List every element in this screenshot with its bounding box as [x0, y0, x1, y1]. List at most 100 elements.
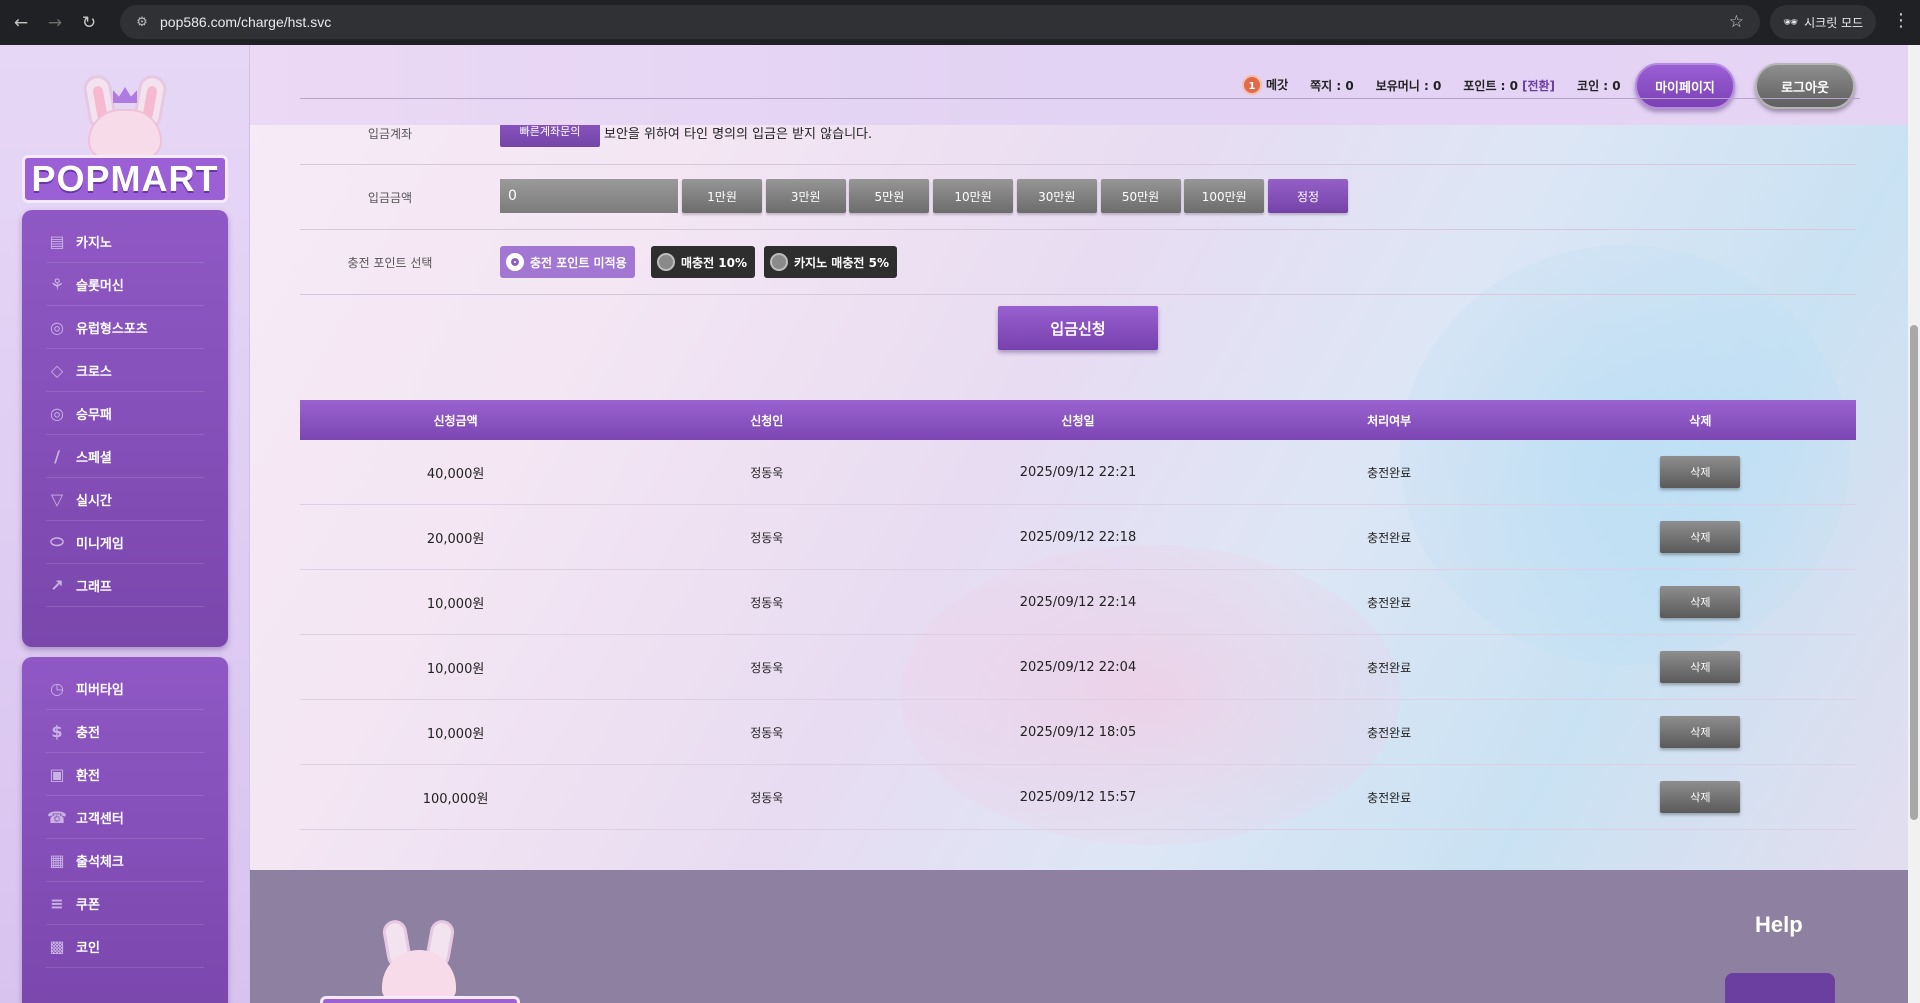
sidebar-item-8[interactable]: ⬭ 미니게임: [46, 521, 204, 564]
coin-balance: 코인 : 0: [1577, 78, 1621, 93]
chart-icon: ↗: [50, 575, 64, 595]
amount-add-button[interactable]: 1만원: [682, 179, 762, 213]
amount-add-button[interactable]: 30만원: [1016, 179, 1097, 213]
deposit-history-table: 신청금액 신청인 신청일 처리여부 삭제 40,000원 정동욱 2025/09/1…: [300, 400, 1856, 830]
gamepad-icon: ⬭: [50, 532, 64, 551]
radio-selected-icon: [506, 253, 524, 271]
help-title: Help: [1755, 912, 1803, 937]
sidebar-item-9[interactable]: ↗ 그래프: [46, 564, 204, 607]
point-option-label: 매충전 10%: [681, 255, 748, 270]
service-menu: ◷ 피버타임 $ 충전 ▣ 환전 ☎ 고객센터 ▦ 출석체크 ≡ 쿠폰 ▩ 코인: [22, 657, 228, 1003]
cell-date: 2025/09/12 22:21: [1019, 464, 1137, 480]
sidebar-item-4[interactable]: ☎ 고객센터: [46, 796, 204, 839]
user-nickname-block: 1 메갓: [1242, 75, 1288, 95]
sidebar-item-2[interactable]: ⚘ 슬롯머신: [46, 263, 204, 306]
sidebar-item-label: 유럽형스포츠: [76, 321, 148, 337]
point-select-label: 충전 포인트 선택: [347, 256, 433, 270]
scrollbar-thumb[interactable]: [1910, 325, 1918, 820]
amount-add-button[interactable]: 100만원: [1184, 179, 1265, 213]
footer-logo[interactable]: [320, 918, 520, 1003]
coin-icon: ▩: [49, 936, 65, 956]
football-icon: ◇: [50, 360, 64, 380]
game-menu: ▤ 카지노 ⚘ 슬롯머신 ◎ 유럽형스포츠 ◇ 크로스 ◎ 승무패 ∕ 스페셜 ▽ 실시간 ⬭ 미니게임 ↗ 그래…: [22, 210, 228, 647]
dollar-icon: $: [51, 721, 63, 741]
point-option-10pct[interactable]: 매충전 10%: [651, 246, 756, 278]
url-text[interactable]: pop586.com/charge/hst.svc: [160, 14, 331, 30]
delete-button[interactable]: 삭제: [1660, 781, 1741, 813]
sidebar-item-5[interactable]: ▦ 출석체크: [46, 839, 204, 882]
forward-icon[interactable]: →: [42, 10, 68, 36]
sidebar-item-label: 출석체크: [76, 854, 124, 870]
incognito-badge[interactable]: 🕶 시크릿 모드: [1770, 5, 1876, 39]
page-scrollbar[interactable]: [1908, 45, 1920, 1003]
delete-button[interactable]: 삭제: [1660, 651, 1741, 683]
amount-input[interactable]: [500, 179, 678, 213]
point-balance: 포인트 : 0: [1463, 78, 1518, 93]
sidebar-item-4[interactable]: ◇ 크로스: [46, 349, 204, 392]
cell-status: 충전완료: [1367, 595, 1412, 610]
back-icon[interactable]: ←: [8, 10, 34, 36]
deposit-submit-button[interactable]: 입금신청: [998, 306, 1158, 350]
sidebar-item-7[interactable]: ▽ 실시간: [46, 478, 204, 521]
address-bar[interactable]: ⚙ pop586.com/charge/hst.svc ☆: [120, 5, 1760, 39]
table-row: 10,000원 정동욱 2025/09/12 22:04 충전완료 삭제: [300, 635, 1856, 700]
point-select-row: 충전 포인트 선택 충전 포인트 미적용 매충전 10% 카지노 매충전 5%: [300, 230, 1856, 295]
cell-status: 충전완료: [1367, 530, 1412, 545]
delete-button[interactable]: 삭제: [1660, 586, 1741, 618]
cell-delete: 삭제: [1545, 505, 1856, 569]
clock-icon: ◷: [50, 678, 64, 698]
sidebar-item-6[interactable]: ∕ 스페셜: [46, 435, 204, 478]
help-button[interactable]: [1725, 973, 1835, 1003]
sidebar-item-3[interactable]: ◎ 유럽형스포츠: [46, 306, 204, 349]
amount-add-button[interactable]: 50만원: [1100, 179, 1181, 213]
cell-date: 2025/09/12 22:04: [1019, 659, 1137, 675]
point-option-casino-5pct[interactable]: 카지노 매충전 5%: [764, 246, 897, 278]
site-info-icon[interactable]: ⚙: [128, 15, 156, 30]
message-count[interactable]: 쪽지 : 0: [1310, 77, 1354, 94]
site-logo[interactable]: POPMART: [22, 65, 228, 230]
sidebar-item-7[interactable]: ▩ 코인: [46, 925, 204, 968]
cell-delete: 삭제: [1545, 700, 1856, 764]
coupon-icon: ≡: [50, 893, 64, 913]
table-row: 40,000원 정동욱 2025/09/12 22:21 충전완료 삭제: [300, 440, 1856, 505]
sidebar-item-1[interactable]: ▤ 카지노: [46, 220, 204, 263]
sidebar-item-6[interactable]: ≡ 쿠폰: [46, 882, 204, 925]
delete-button[interactable]: 삭제: [1660, 521, 1741, 553]
cell-delete: 삭제: [1545, 440, 1856, 504]
amount-add-button[interactable]: 5만원: [849, 179, 930, 213]
browser-menu-icon[interactable]: ⋮: [1892, 10, 1910, 31]
sidebar-item-3[interactable]: ▣ 환전: [46, 753, 204, 796]
amount-reset-button[interactable]: 정정: [1268, 179, 1348, 213]
delete-button[interactable]: 삭제: [1660, 456, 1741, 488]
soccer-icon: ◎: [50, 403, 64, 423]
account-label: 입금계좌: [367, 127, 413, 141]
sidebar-item-5[interactable]: ◎ 승무패: [46, 392, 204, 435]
sidebar-item-label: 쿠폰: [76, 897, 100, 913]
cell-applicant: 정동욱: [750, 790, 784, 805]
mypage-button[interactable]: 마이페이지: [1635, 63, 1735, 109]
reload-icon[interactable]: ↻: [76, 10, 102, 36]
cell-applicant: 정동욱: [750, 595, 784, 610]
sidebar-item-label: 코인: [76, 940, 100, 956]
delete-button[interactable]: 삭제: [1660, 716, 1741, 748]
bookmark-star-icon[interactable]: ☆: [1729, 12, 1744, 32]
cell-applicant: 정동욱: [750, 725, 784, 740]
cell-status: 충전완료: [1367, 660, 1412, 675]
table-row: 10,000원 정동욱 2025/09/12 22:14 충전완료 삭제: [300, 570, 1856, 635]
point-option-none[interactable]: 충전 포인트 미적용: [500, 246, 635, 278]
amount-label: 입금금액: [367, 191, 413, 205]
table-row: 100,000원 정동욱 2025/09/12 15:57 충전완료 삭제: [300, 765, 1856, 830]
logout-button[interactable]: 로그아웃: [1755, 63, 1855, 109]
point-convert-link[interactable]: [전환]: [1522, 79, 1555, 93]
cell-delete: 삭제: [1545, 765, 1856, 829]
sidebar-item-label: 미니게임: [76, 536, 124, 552]
amount-add-button[interactable]: 10만원: [933, 179, 1014, 213]
cell-amount: 40,000원: [426, 466, 485, 482]
sidebar-item-label: 카지노: [76, 235, 112, 251]
sidebar-item-1[interactable]: ◷ 피버타임: [46, 667, 204, 710]
cell-applicant: 정동욱: [750, 530, 784, 545]
sidebar-item-label: 그래프: [76, 579, 112, 595]
cell-applicant: 정동욱: [750, 660, 784, 675]
sidebar-item-2[interactable]: $ 충전: [46, 710, 204, 753]
amount-add-button[interactable]: 3만원: [765, 179, 846, 213]
